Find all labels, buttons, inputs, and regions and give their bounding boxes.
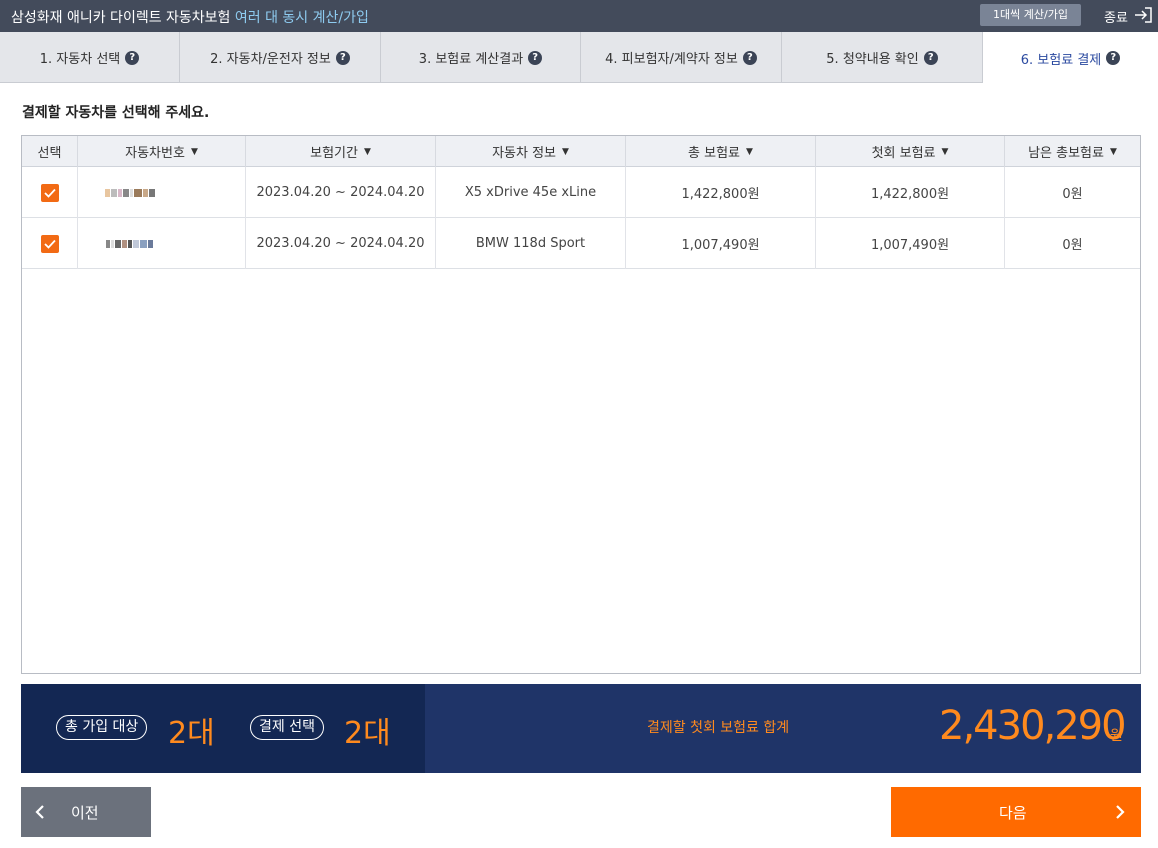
- column-header-total-premium[interactable]: 총 보험료 ▼: [626, 136, 816, 167]
- prev-button[interactable]: 이전: [21, 787, 151, 837]
- column-header-remaining[interactable]: 남은 총보험료 ▼: [1005, 136, 1140, 167]
- car-info-cell: X5 xDrive 45e xLine: [436, 167, 626, 218]
- car-number-cell: [78, 218, 246, 269]
- column-label: 보험기간: [310, 146, 358, 161]
- column-label: 선택: [37, 146, 62, 161]
- step-label: 2. 자동차/운전자 정보: [210, 52, 331, 67]
- step-label: 6. 보험료 결제: [1020, 52, 1102, 68]
- next-button-label: 다음: [999, 804, 1027, 822]
- column-label: 총 보험료: [688, 146, 741, 161]
- sort-down-icon[interactable]: ▼: [562, 147, 569, 157]
- title-bar: 삼성화재 애니카 다이렉트 자동차보험 여러 대 동시 계산/가입 1대씩 계산…: [0, 0, 1158, 32]
- selected-badge: 결제 선택: [250, 715, 324, 740]
- help-icon[interactable]: ?: [1106, 51, 1121, 65]
- column-header-first-premium[interactable]: 첫회 보험료 ▼: [816, 136, 1005, 167]
- column-header-car-info[interactable]: 자동차 정보 ▼: [436, 136, 626, 167]
- table-header: 선택 자동차번호 ▼ 보험기간 ▼ 자동차 정보 ▼ 총 보험료 ▼ 첫회 보험료 ▼ 남…: [22, 136, 1140, 167]
- sum-unit: 원: [1110, 728, 1123, 744]
- step-label: 5. 청약내용 확인: [826, 52, 919, 67]
- column-header-select: 선택: [22, 136, 78, 167]
- step-1[interactable]: 1. 자동차 선택?: [0, 32, 180, 83]
- first-premium-cell: 1,422,800원: [816, 167, 1005, 218]
- masked-car-number: [104, 188, 155, 197]
- app-subtitle: 여러 대 동시 계산/가입: [234, 10, 369, 26]
- instruction-text: 결제할 자동차를 선택해 주세요.: [22, 105, 210, 121]
- sort-down-icon[interactable]: ▼: [1110, 147, 1117, 157]
- exit-icon[interactable]: [1134, 7, 1152, 23]
- step-label: 1. 자동차 선택: [39, 52, 121, 67]
- column-header-period[interactable]: 보험기간 ▼: [246, 136, 436, 167]
- column-label: 첫회 보험료: [871, 146, 936, 161]
- column-label: 남은 총보험료: [1028, 146, 1104, 161]
- column-label: 자동차 정보: [492, 146, 556, 161]
- sort-down-icon[interactable]: ▼: [746, 147, 753, 157]
- sort-down-icon[interactable]: ▼: [364, 147, 371, 157]
- period-cell: 2023.04.20 ~ 2024.04.20: [246, 218, 436, 269]
- exit-button[interactable]: 종료: [1104, 7, 1128, 26]
- row-checkbox[interactable]: [40, 234, 59, 253]
- help-icon[interactable]: ?: [125, 50, 140, 65]
- select-cell[interactable]: [22, 167, 78, 218]
- car-number-cell: [78, 167, 246, 218]
- total-premium-cell: 1,422,800원: [626, 167, 816, 218]
- app-title: 삼성화재 애니카 다이렉트 자동차보험 여러 대 동시 계산/가입: [11, 7, 369, 27]
- table-row[interactable]: 2023.04.20 ~ 2024.04.20 X5 xDrive 45e xL…: [22, 167, 1140, 218]
- step-label: 3. 보험료 계산결과: [418, 52, 524, 67]
- check-icon: [43, 188, 56, 198]
- step-6[interactable]: 6. 보험료 결제?: [983, 32, 1158, 84]
- step-label: 4. 피보험자/계약자 정보: [605, 52, 738, 67]
- chevron-right-icon: [1116, 805, 1125, 819]
- period-cell: 2023.04.20 ~ 2024.04.20: [246, 167, 436, 218]
- app-title-main: 삼성화재 애니카 다이렉트 자동차보험: [11, 10, 231, 26]
- remaining-cell: 0원: [1062, 187, 1083, 202]
- select-cell[interactable]: [22, 218, 78, 269]
- car-info-cell: BMW 118d Sport: [436, 218, 626, 269]
- summary-counts: 총 가입 대상 2대 결제 선택 2대: [21, 684, 425, 773]
- step-navigation: 1. 자동차 선택? 2. 자동차/운전자 정보? 3. 보험료 계산결과? 4…: [0, 32, 1158, 84]
- column-header-car-number[interactable]: 자동차번호 ▼: [78, 136, 246, 167]
- payment-summary: 총 가입 대상 2대 결제 선택 2대 결제할 첫회 보험료 합계 2,430,…: [21, 684, 1141, 773]
- total-premium-cell: 1,007,490원: [626, 218, 816, 269]
- help-icon[interactable]: ?: [335, 50, 350, 65]
- total-target-count: 2대: [168, 716, 215, 751]
- column-label: 자동차번호: [125, 146, 185, 161]
- step-4[interactable]: 4. 피보험자/계약자 정보?: [581, 32, 782, 83]
- step-3[interactable]: 3. 보험료 계산결과?: [381, 32, 581, 83]
- help-icon[interactable]: ?: [742, 50, 757, 65]
- sort-down-icon[interactable]: ▼: [191, 147, 198, 157]
- help-icon[interactable]: ?: [923, 50, 938, 65]
- one-at-a-time-button[interactable]: 1대씩 계산/가입: [980, 4, 1081, 26]
- first-premium-cell: 1,007,490원: [816, 218, 1005, 269]
- help-icon[interactable]: ?: [528, 50, 543, 65]
- sum-label: 결제할 첫회 보험료 합계: [647, 720, 790, 736]
- step-2[interactable]: 2. 자동차/운전자 정보?: [180, 32, 381, 83]
- chevron-left-icon: [35, 805, 44, 819]
- step-5[interactable]: 5. 청약내용 확인?: [782, 32, 983, 83]
- vehicle-table: 선택 자동차번호 ▼ 보험기간 ▼ 자동차 정보 ▼ 총 보험료 ▼ 첫회 보험료 ▼ 남…: [21, 135, 1141, 674]
- prev-button-label: 이전: [71, 804, 99, 822]
- remaining-cell: 0원: [1062, 238, 1083, 253]
- masked-car-number: [106, 239, 153, 248]
- next-button[interactable]: 다음: [891, 787, 1141, 837]
- row-checkbox[interactable]: [40, 183, 59, 202]
- sort-down-icon[interactable]: ▼: [942, 147, 949, 157]
- selected-count: 2대: [344, 716, 391, 751]
- sum-amount: 2,430,290: [939, 703, 1127, 749]
- table-row[interactable]: 2023.04.20 ~ 2024.04.20 BMW 118d Sport 1…: [22, 218, 1140, 269]
- check-icon: [43, 239, 56, 249]
- total-target-badge: 총 가입 대상: [56, 715, 148, 740]
